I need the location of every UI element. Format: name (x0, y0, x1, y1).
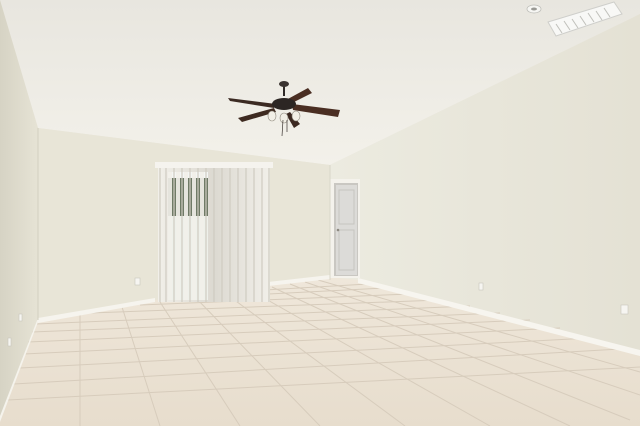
wall-switch (7, 337, 12, 347)
electrical-outlet (478, 282, 484, 291)
door-knob (336, 228, 340, 232)
fan-light-kit (267, 110, 301, 124)
electrical-outlet (18, 313, 23, 322)
room-photo (0, 0, 640, 426)
electrical-outlet (134, 277, 141, 286)
smoke-detector (526, 4, 542, 14)
electrical-outlet (620, 304, 629, 315)
interior-door (330, 179, 360, 278)
sliding-glass-door (155, 162, 273, 302)
